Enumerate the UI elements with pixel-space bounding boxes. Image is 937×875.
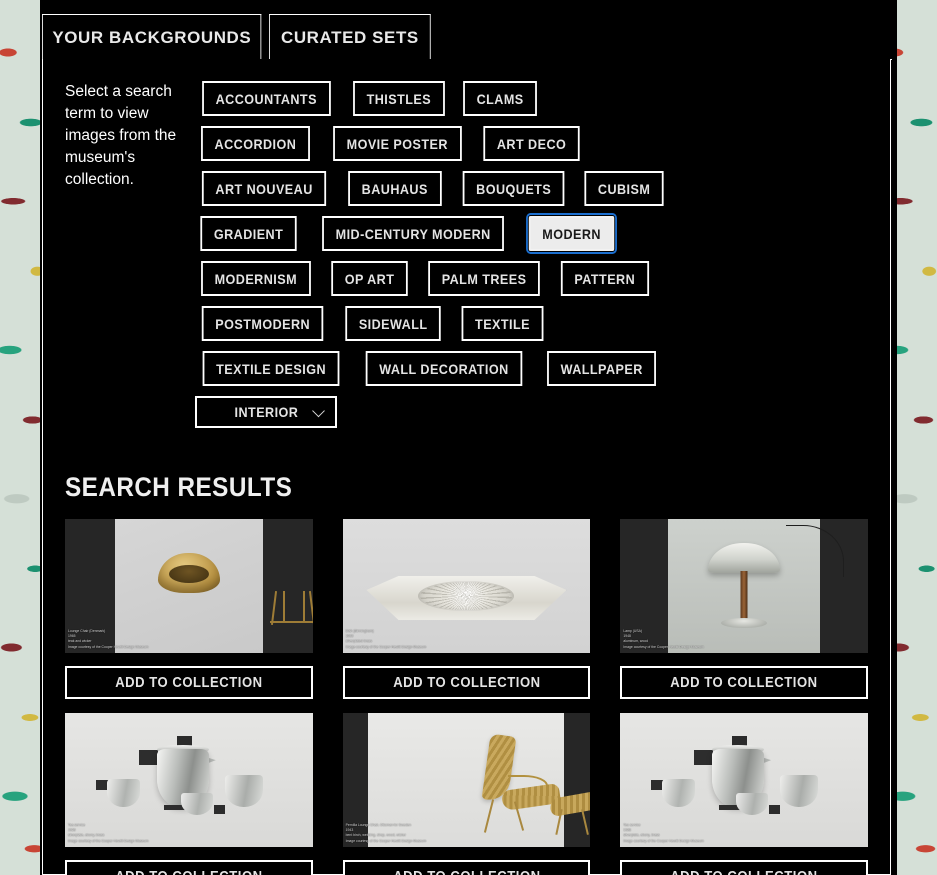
tag-button[interactable]: Bauhaus bbox=[348, 171, 442, 206]
result-card: Lamp (USA) 1948 aluminum, wood Image courte… bbox=[620, 519, 868, 699]
tab-curated-sets[interactable]: Curated Sets bbox=[269, 14, 431, 60]
add-to-collection-label: Add to Collection bbox=[115, 674, 263, 691]
tag-button[interactable]: Mid-Century Modern bbox=[322, 216, 505, 251]
add-to-collection-button[interactable]: Add to Collection bbox=[620, 666, 868, 699]
tag-button-label: Textile Design bbox=[216, 361, 327, 377]
category-select[interactable]: Interior bbox=[195, 396, 337, 428]
result-card: Lounge Chair (Denmark) 1965 teak and wicke… bbox=[65, 519, 313, 699]
tag-button[interactable]: Bouquets bbox=[462, 171, 565, 206]
add-to-collection-label: Add to Collection bbox=[392, 674, 541, 691]
tag-button-label: Accountants bbox=[215, 91, 317, 107]
results-grid: Lounge Chair (Denmark) 1965 teak and wicke… bbox=[65, 519, 868, 875]
tag-button-label: Pattern bbox=[574, 271, 636, 287]
content-panel: Select a search term to view images from… bbox=[42, 59, 891, 875]
search-controls: Select a search term to view images from… bbox=[43, 59, 890, 428]
tag-button-label: Bouquets bbox=[475, 181, 551, 197]
add-to-collection-label: Add to Collection bbox=[670, 869, 817, 875]
tag-button[interactable]: Textile bbox=[461, 306, 544, 341]
tag-button-label: Bauhaus bbox=[361, 181, 428, 197]
tag-button[interactable]: Palm Trees bbox=[427, 261, 540, 296]
tag-button-label: Movie Poster bbox=[346, 136, 448, 152]
tag-button-label: Sidewall bbox=[359, 316, 428, 332]
tag-button-label: Accordion bbox=[214, 136, 297, 152]
result-card: Pernilla Lounge Chair, Ottoman for Swede… bbox=[342, 713, 591, 875]
tag-list: Accountants Thistles Clams Accordion Movie P… bbox=[195, 81, 690, 428]
tag-button[interactable]: Cubism bbox=[584, 171, 664, 206]
tag-button[interactable]: Modern bbox=[526, 213, 618, 254]
tag-button[interactable]: Clams bbox=[463, 81, 538, 116]
tag-button-label: Cubism bbox=[597, 181, 651, 197]
thumbnail-caption: Tea service 1928 silverplate, ebony, brass… bbox=[623, 823, 703, 844]
tag-button[interactable]: Art Nouveau bbox=[201, 171, 327, 206]
tag-button-label: Op Art bbox=[344, 271, 394, 287]
caption-line: Image courtesy of the Cooper Hewitt Desi… bbox=[623, 644, 704, 649]
add-to-collection-label: Add to Collection bbox=[115, 869, 262, 875]
tag-button-label: Gradient bbox=[213, 226, 284, 242]
add-to-collection-label: Add to Collection bbox=[670, 674, 818, 691]
tag-button[interactable]: Accordion bbox=[201, 126, 310, 161]
tag-button-label: Art Deco bbox=[497, 136, 567, 152]
result-thumbnail[interactable]: Pernilla Lounge Chair, Ottoman for Swede… bbox=[342, 713, 591, 847]
tag-button-label: Modern bbox=[542, 226, 602, 242]
caption-line: Image courtesy of the Cooper Hewitt Desi… bbox=[345, 838, 427, 843]
caption-line: Image courtesy of the Cooper Hewitt Desi… bbox=[68, 838, 149, 843]
add-to-collection-button[interactable]: Add to Collection bbox=[620, 860, 868, 875]
tab-your-backgrounds-label: Your Backgrounds bbox=[52, 27, 252, 47]
tag-button[interactable]: Wallpaper bbox=[547, 351, 657, 386]
tag-button[interactable]: Movie Poster bbox=[332, 126, 462, 161]
tag-button[interactable]: Modernism bbox=[201, 261, 311, 296]
caption-line: Image courtesy of the Cooper Hewitt Desi… bbox=[345, 644, 427, 649]
tag-button[interactable]: Pattern bbox=[560, 261, 649, 296]
result-card: Tea service 1928 silverplate, ebony, brass… bbox=[620, 713, 868, 875]
add-to-collection-button[interactable]: Add to Collection bbox=[65, 666, 313, 699]
tag-button-label: Wall Decoration bbox=[379, 361, 509, 377]
wallpaper-background-left bbox=[0, 0, 44, 875]
tag-button[interactable]: Op Art bbox=[330, 261, 408, 296]
result-card: Dish (Birmingham) 1933 silverplated brass I… bbox=[342, 519, 591, 699]
result-thumbnail[interactable]: Lamp (USA) 1948 aluminum, wood Image courte… bbox=[620, 519, 868, 653]
caption-line: Image courtesy of the Cooper Hewitt Desi… bbox=[68, 644, 149, 649]
page-title: Search Results bbox=[65, 472, 293, 502]
thumbnail-caption: Tea service 1928 silverplate, ebony, brass… bbox=[68, 823, 148, 844]
thumbnail-caption: Pernilla Lounge Chair, Ottoman for Swede… bbox=[346, 823, 426, 844]
result-thumbnail[interactable]: Dish (Birmingham) 1933 silverplated brass I… bbox=[342, 519, 591, 653]
tab-curated-sets-label: Curated Sets bbox=[280, 27, 419, 47]
thumbnail-caption: Lamp (USA) 1948 aluminum, wood Image courte… bbox=[623, 629, 703, 650]
result-thumbnail[interactable]: Lounge Chair (Denmark) 1965 teak and wicke… bbox=[65, 519, 313, 653]
thumbnail-caption: Lounge Chair (Denmark) 1965 teak and wicke… bbox=[68, 629, 148, 650]
tag-button-label: Wallpaper bbox=[560, 361, 643, 377]
add-to-collection-button[interactable]: Add to Collection bbox=[65, 860, 313, 875]
tag-button[interactable]: Gradient bbox=[200, 216, 297, 251]
tag-button[interactable]: Art Deco bbox=[483, 126, 581, 161]
app-window: Your Backgrounds Curated Sets Select a s… bbox=[40, 0, 897, 875]
tag-button-label: Modernism bbox=[214, 271, 298, 287]
chevron-down-icon bbox=[312, 404, 325, 418]
tab-your-backgrounds[interactable]: Your Backgrounds bbox=[42, 14, 262, 60]
category-select-value: Interior bbox=[234, 404, 298, 420]
result-thumbnail[interactable]: Tea service 1928 silverplate, ebony, brass… bbox=[620, 713, 868, 847]
tag-button[interactable]: Textile Design bbox=[202, 351, 340, 386]
tag-button-label: Postmodern bbox=[215, 316, 311, 332]
tag-button[interactable]: Wall Decoration bbox=[365, 351, 523, 386]
add-to-collection-button[interactable]: Add to Collection bbox=[342, 860, 591, 875]
add-to-collection-label: Add to Collection bbox=[393, 869, 540, 875]
tag-button-label: Palm Trees bbox=[441, 271, 527, 287]
thumbnail-caption: Dish (Birmingham) 1933 silverplated brass I… bbox=[346, 629, 426, 650]
tag-button-label: Textile bbox=[474, 316, 530, 332]
tag-button-label: Thistles bbox=[366, 91, 431, 107]
caption-line: Image courtesy of the Cooper Hewitt Desi… bbox=[623, 838, 704, 843]
tag-button-label: Art Nouveau bbox=[215, 181, 313, 197]
tag-button[interactable]: Accountants bbox=[202, 81, 331, 116]
tag-button[interactable]: Sidewall bbox=[345, 306, 442, 341]
add-to-collection-button[interactable]: Add to Collection bbox=[342, 666, 591, 699]
tag-button-label: Mid-Century Modern bbox=[335, 226, 491, 242]
tag-button[interactable]: Thistles bbox=[352, 81, 445, 116]
tag-button[interactable]: Postmodern bbox=[201, 306, 324, 341]
tag-button-label: Clams bbox=[476, 91, 524, 107]
result-card: Tea service 1928 silverplate, ebony, brass… bbox=[65, 713, 313, 875]
result-thumbnail[interactable]: Tea service 1928 silverplate, ebony, brass… bbox=[65, 713, 313, 847]
search-hint: Select a search term to view images from… bbox=[65, 83, 177, 188]
tab-bar: Your Backgrounds Curated Sets bbox=[40, 14, 457, 60]
